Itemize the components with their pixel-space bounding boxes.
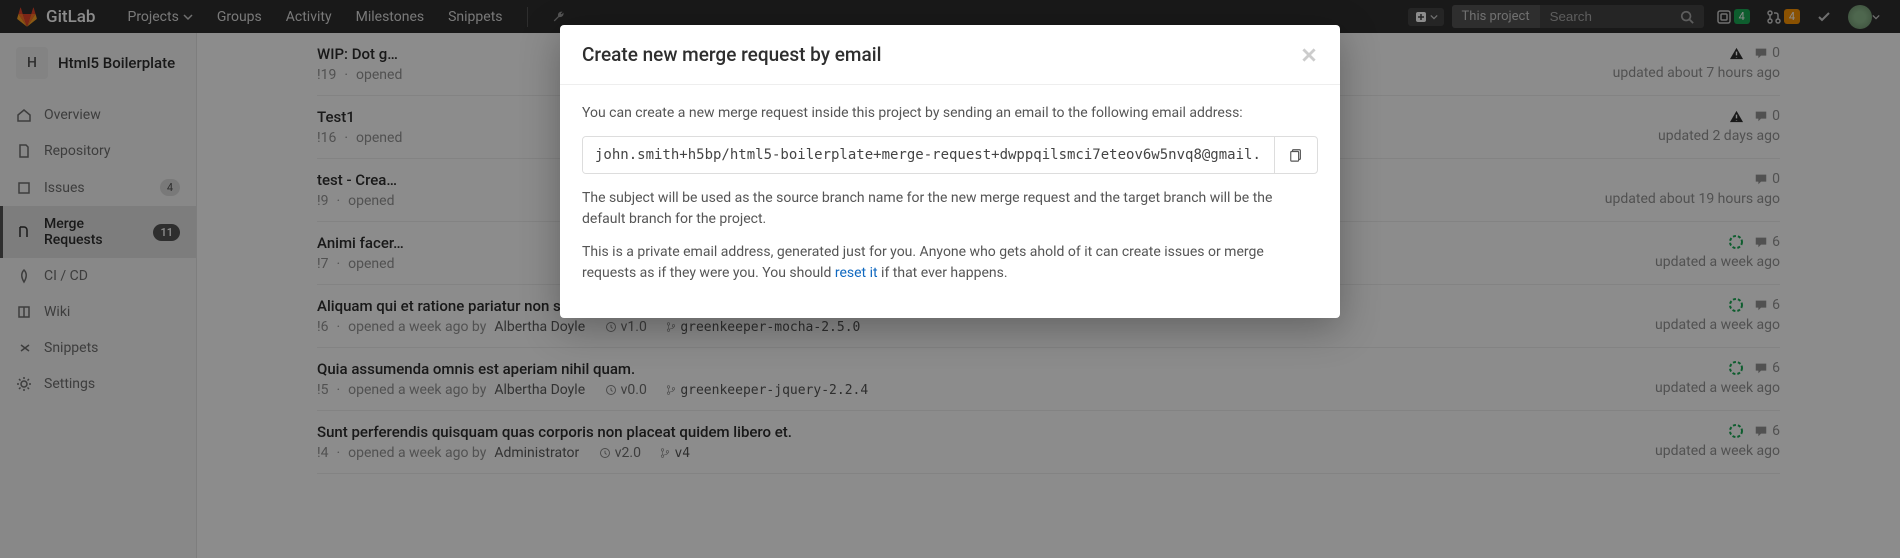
email-input[interactable] <box>583 137 1274 173</box>
modal-overlay[interactable]: Create new merge request by email You ca… <box>0 0 1900 558</box>
modal-title: Create new merge request by email <box>582 43 1300 66</box>
close-icon <box>1300 46 1318 64</box>
reset-email-link[interactable]: reset it <box>835 265 878 281</box>
modal-intro: You can create a new merge request insid… <box>582 103 1318 124</box>
modal-subject-note: The subject will be used as the source b… <box>582 188 1318 230</box>
modal-close-button[interactable] <box>1300 46 1318 64</box>
clipboard-icon <box>1289 148 1303 162</box>
modal-private-note: This is a private email address, generat… <box>582 242 1318 284</box>
email-address-field <box>582 136 1318 174</box>
copy-email-button[interactable] <box>1274 137 1317 173</box>
email-modal: Create new merge request by email You ca… <box>560 25 1340 318</box>
